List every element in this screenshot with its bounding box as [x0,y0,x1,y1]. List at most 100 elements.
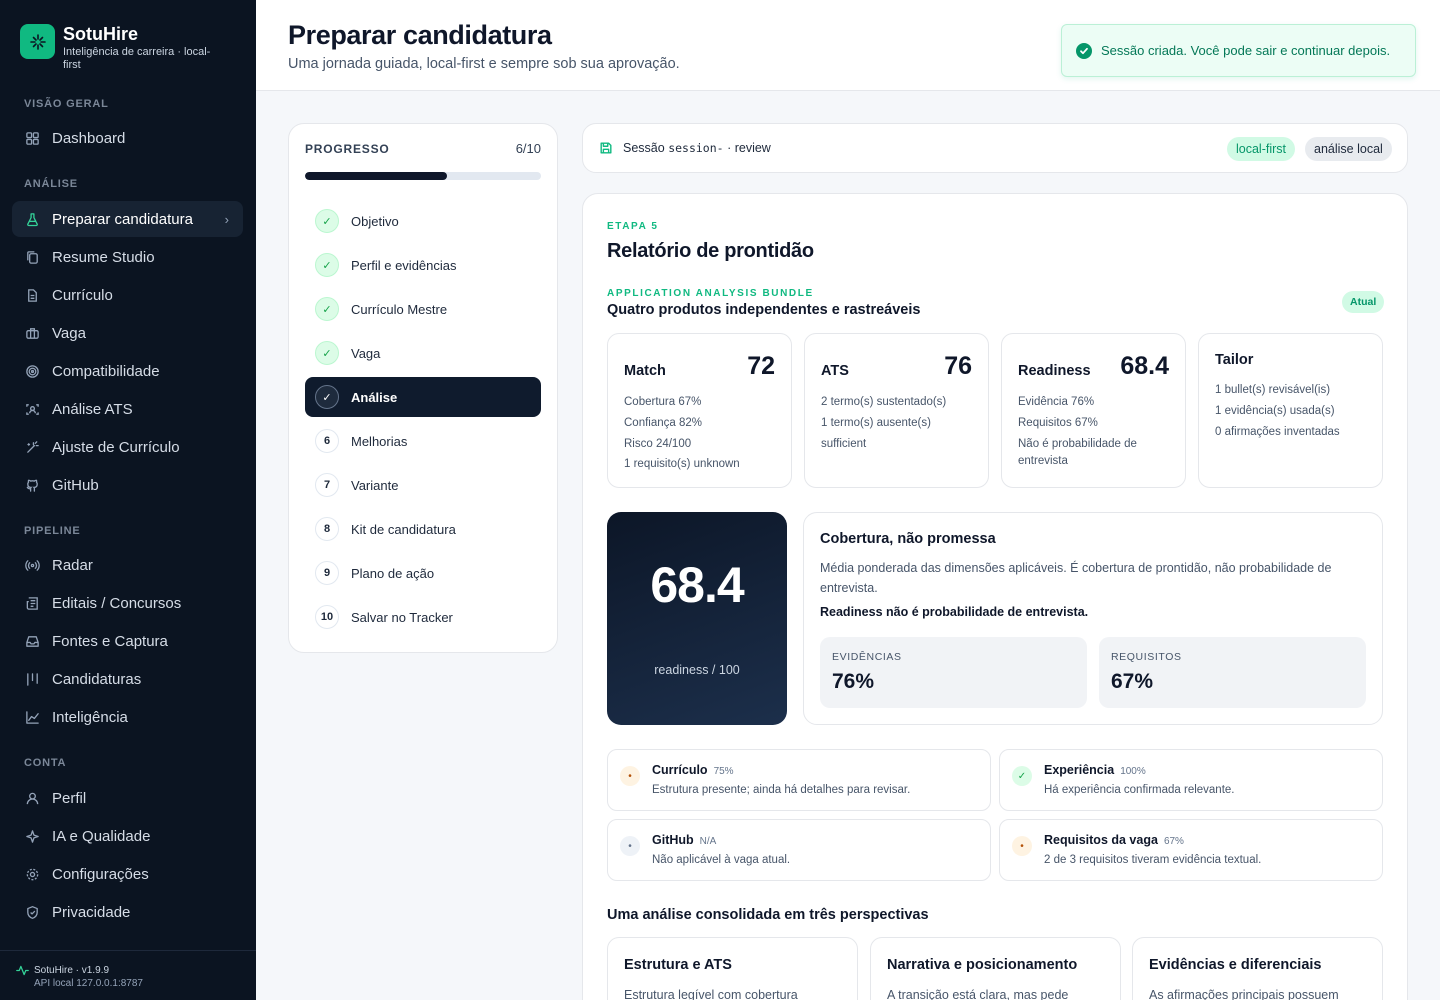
api-address: API local 127.0.0.1:8787 [34,978,143,989]
metric-value: 68.4 [1120,352,1169,380]
progress-step[interactable]: 8 Kit de candidatura [305,509,541,549]
chevron-right-icon: › [224,211,229,227]
progress-step-label: Perfil e evidências [351,257,457,273]
logo-icon [20,24,55,59]
progress-step[interactable]: ✓ Objetivo [305,201,541,241]
radar-icon [24,557,40,573]
page-subtitle: Uma jornada guiada, local-first e sempre… [288,56,680,72]
sidebar-item-label: Currículo [52,286,113,304]
dimension-requisitos-vaga[interactable]: • Requisitos da vaga 67% 2 de 3 requisito… [999,819,1383,881]
check-icon: ✓ [315,297,339,321]
progress-step[interactable]: 9 Plano de ação [305,553,541,593]
sidebar-item-editais-concursos[interactable]: Editais / Concursos [12,585,243,621]
progress-step-label: Objetivo [351,213,399,229]
sidebar-item-vaga[interactable]: Vaga [12,315,243,351]
sidebar-item-resume-studio[interactable]: Resume Studio [12,239,243,275]
sidebar-item-github[interactable]: GitHub [12,467,243,503]
perspective-card-evidencias[interactable]: Evidências e diferenciais As afirmações … [1132,937,1383,1000]
dimension-title: GitHub N/A [652,833,717,847]
page-title: Preparar candidatura [288,20,552,50]
local-first-badge: local-first [1227,137,1296,161]
session-id: session- [668,141,724,155]
progress-step[interactable]: ✓ Vaga [305,333,541,373]
sidebar-item-label: Perfil [52,789,87,807]
perspective-description: As afirmações principais possuem [1149,988,1339,1000]
sidebar-item-label: Candidaturas [52,670,142,688]
sidebar-item-privacidade[interactable]: Privacidade [12,894,243,930]
sidebar-item-candidaturas[interactable]: Candidaturas [12,661,243,697]
github-icon [24,477,40,493]
progress-step-label: Variante [351,477,399,493]
sidebar-item-perfil[interactable]: Perfil [12,780,243,816]
columns-icon [24,671,40,687]
progress-step[interactable]: ✓ Análise [305,377,541,417]
bundle-eyebrow: APPLICATION ANALYSIS BUNDLE [607,288,814,299]
sidebar-item-analise-ats[interactable]: Análise ATS [12,391,243,427]
dimension-title: Experiência 100% [1044,763,1146,777]
step-number: 10 [315,605,339,629]
sidebar-item-preparar-candidatura[interactable]: Preparar candidatura › [12,201,243,237]
coverage-warning: Readiness não é probabilidade de entrevi… [820,605,1089,619]
gear-icon [24,866,40,882]
sidebar-item-ia-qualidade[interactable]: IA e Qualidade [12,818,243,854]
metric-detail: 1 termo(s) ausente(s) [821,416,931,429]
sidebar-item-label: Privacidade [52,903,131,921]
file-icon [24,287,40,303]
perspective-card-estrutura-ats[interactable]: Estrutura e ATS Estrutura legível com co… [607,937,858,1000]
progress-step[interactable]: 6 Melhorias [305,421,541,461]
sidebar-item-dashboard[interactable]: Dashboard [12,120,243,156]
check-icon: ✓ [315,253,339,277]
sidebar-item-ajuste-curriculo[interactable]: Ajuste de Currículo [12,429,243,465]
sidebar-item-inteligencia[interactable]: Inteligência [12,699,243,735]
progress-bar-fill [305,172,447,180]
brand[interactable]: SotuHire Inteligência de carreira · loca… [20,24,228,72]
perspective-title: Evidências e diferenciais [1149,957,1322,973]
progress-bar [305,172,541,180]
perspective-card-narrativa[interactable]: Narrativa e posicionamento A transição e… [870,937,1121,1000]
neutral-dot-icon: • [620,836,640,856]
copy-icon [24,249,40,265]
metric-card-ats[interactable]: ATS 76 2 termo(s) sustentado(s) 1 termo(… [804,333,989,488]
metric-card-tailor[interactable]: Tailor 1 bullet(s) revisável(is) 1 evidê… [1198,333,1383,488]
nav-section-analysis: ANÁLISE [24,178,78,190]
metric-detail: 2 termo(s) sustentado(s) [821,396,947,408]
progress-step[interactable]: 10 Salvar no Tracker [305,597,541,637]
warning-dot-icon: • [620,766,640,786]
session-prefix: Sessão [623,141,665,155]
metric-details: Evidência 76% Requisitos 67% Não é proba… [1018,394,1178,473]
current-badge: Atual [1342,291,1385,313]
sidebar-item-compatibilidade[interactable]: Compatibilidade [12,353,243,389]
sidebar-item-fontes-captura[interactable]: Fontes e Captura [12,623,243,659]
progress-step[interactable]: ✓ Currículo Mestre [305,289,541,329]
shield-icon [24,904,40,920]
dimension-github[interactable]: • GitHub N/A Não aplicável à vaga atual. [607,819,991,881]
progress-step[interactable]: ✓ Perfil e evidências [305,245,541,285]
success-toast[interactable]: Sessão criada. Você pode sair e continua… [1061,24,1416,77]
sidebar-item-configuracoes[interactable]: Configurações [12,856,243,892]
flask-icon [24,211,40,227]
metric-name: Readiness [1018,363,1091,379]
progress-step-label: Vaga [351,345,381,361]
sidebar-item-label: Fontes e Captura [52,632,168,650]
progress-step-label: Análise [351,389,398,405]
dimension-title: Currículo 75% [652,763,734,777]
progress-step[interactable]: 7 Variante [305,465,541,505]
bundle-title: Quatro produtos independentes e rastreáv… [607,302,921,318]
check-icon: ✓ [315,341,339,365]
metric-card-readiness[interactable]: Readiness 68.4 Evidência 76% Requisitos … [1001,333,1186,488]
readiness-report-card: ETAPA 5 Relatório de prontidão APPLICATI… [582,193,1408,1000]
sidebar-item-radar[interactable]: Radar [12,547,243,583]
save-icon [599,141,613,160]
check-icon: ✓ [315,385,339,409]
dimension-experiencia[interactable]: ✓ Experiência 100% Há experiência confirm… [999,749,1383,811]
progress-step-label: Melhorias [351,433,408,449]
perspective-description: A transição está clara, mas pede [887,988,1069,1000]
warning-dot-icon: • [1012,836,1032,856]
sidebar-item-label: Editais / Concursos [52,594,182,612]
metric-card-match[interactable]: Match 72 Cobertura 67% Confiança 82% Ris… [607,333,792,488]
dimension-percent: 67% [1163,836,1184,847]
sidebar-item-curriculo[interactable]: Currículo [12,277,243,313]
metric-detail: Risco 24/100 [624,437,692,450]
dimension-description: 2 de 3 requisitos tiveram evidência text… [1044,854,1262,866]
dimension-curriculo[interactable]: • Currículo 75% Estrutura presente; ainda… [607,749,991,811]
